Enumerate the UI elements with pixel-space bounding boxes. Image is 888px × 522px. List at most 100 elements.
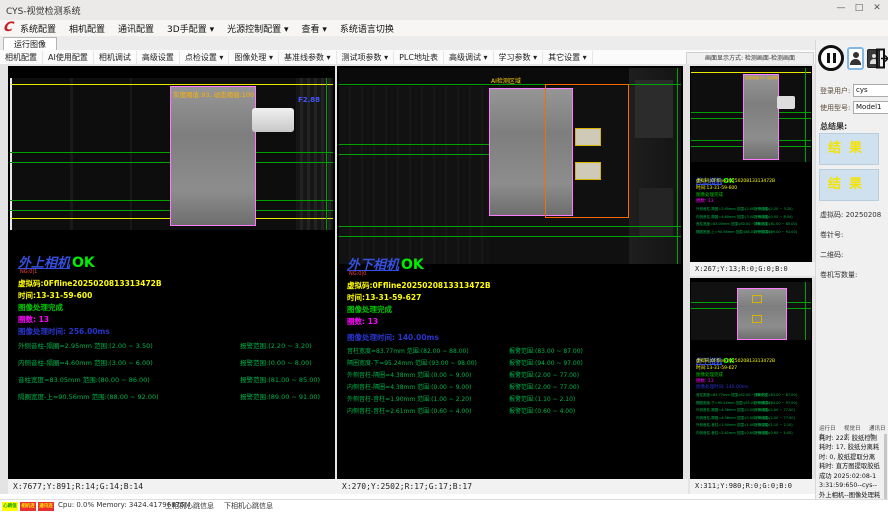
pause-button[interactable] xyxy=(818,45,844,71)
overlay-hline-green xyxy=(339,154,489,155)
menu-item[interactable]: 相机配置 xyxy=(69,22,105,35)
minimize-button[interactable]: — xyxy=(834,3,848,13)
barcode-line: 虚拟码:0Ffline2025020813313472B xyxy=(696,178,775,184)
process-done-line: 图像处理完成 xyxy=(18,302,63,313)
maximize-button[interactable]: □ xyxy=(852,3,866,13)
measurement-list: 外侧音柱-隔圈=2.95mm 范围:(2.00 ~ 3.50)报警范围:(2.2… xyxy=(18,340,331,408)
measurement-row: 内侧音柱-音柱=2.61mm 范围:(0.60 ~ 4.00)报警范围:(0.6… xyxy=(696,431,810,439)
menu-item[interactable]: 光源控制配置 ▾ xyxy=(227,22,288,35)
tab-run-image[interactable]: 运行图像 xyxy=(3,37,57,51)
user-icon xyxy=(853,52,859,58)
toolbar-item[interactable]: 图像处理 ▾ xyxy=(229,51,279,64)
camera-bottom-image[interactable]: AI检测区域 xyxy=(339,68,681,264)
overlay-hline-yellow xyxy=(691,72,811,73)
measurement-row: 音柱宽度=83.05mm 范围:(80.00 ~ 86.00)报警范围:(81.… xyxy=(696,222,810,230)
app-logo-icon: C xyxy=(2,20,15,35)
toolbar-item[interactable]: PLC地址表 xyxy=(394,51,444,64)
process-time-line: 图像处理时间: 256.00ms xyxy=(18,326,110,337)
ng-counter: NG:0|1 xyxy=(20,269,37,275)
comm-status-badge: 通讯连接 xyxy=(38,502,54,511)
measurement-row: 外侧音柱-隔圈=2.95mm 范围:(2.00 ~ 3.50)报警范围:(2.2… xyxy=(696,207,810,215)
door-exit-icon xyxy=(876,48,888,69)
mini-camera-top-image[interactable]: 灰度阈值:93, 动态阈值:100 xyxy=(691,68,811,162)
overlay-vline-green xyxy=(805,282,806,340)
exit-button[interactable] xyxy=(876,48,888,69)
heartbeat-status-badge: 心跳信息 xyxy=(2,502,18,511)
overlay-hline-green xyxy=(339,236,681,237)
camera-up-heartbeat-text: 上相机心跳信息 xyxy=(165,501,214,511)
overlay-hline-green xyxy=(339,226,681,227)
pixel-coordinate-readout-mini-top: X:267;Y:13;R:0;G:0;B:0 xyxy=(690,262,817,276)
cell-block-roi: 灰度阈值:93, 动态阈值:100 xyxy=(170,86,256,226)
title-bar: CYS-视觉检测系统 — □ ✕ xyxy=(0,0,888,21)
time-line: 时间:13-31-59-600 xyxy=(696,185,737,191)
threshold-overlay-text: 灰度阈值:93, 动态阈值:100 xyxy=(745,76,779,81)
total-result-label: 总结果: xyxy=(820,121,847,132)
measurement-row: 音柱宽度=83.77mm 范围:(82.00 ~ 88.00)报警范围:(83.… xyxy=(347,346,679,358)
window-title: CYS-视觉检测系统 xyxy=(6,4,81,17)
measurement-row: 外侧音柱-隔圈=2.95mm 范围:(2.00 ~ 3.50)报警范围:(2.2… xyxy=(18,340,331,357)
app-window: CYS-视觉检测系统 — □ ✕ C 系统配置相机配置通讯配置3D手配置 ▾光源… xyxy=(0,0,888,522)
menu-item[interactable]: 通讯配置 xyxy=(118,22,154,35)
threshold-overlay-text: 灰度阈值:93, 动态阈值:100 xyxy=(173,89,254,99)
machine-streak xyxy=(70,78,73,230)
tape-applicator-blob xyxy=(777,96,795,109)
user-icon xyxy=(872,54,876,58)
measurement-list: 外侧音柱-隔圈=2.95mm 范围:(2.00 ~ 3.50)报警范围:(2.2… xyxy=(696,207,810,237)
toolbar-item[interactable]: 高级设置 xyxy=(137,51,180,64)
process-done-line: 图像处理完成 xyxy=(347,304,392,315)
overlay-hline-green xyxy=(339,144,489,145)
result-ok-badge: OK xyxy=(72,255,95,271)
toolbar-item[interactable]: 学习参数 ▾ xyxy=(494,51,544,64)
log-scrollbar[interactable] xyxy=(884,434,887,500)
measurement-row: 外侧音柱-隔圈=4.38mm 范围:(0.00 ~ 9.00)报警范围:(2.0… xyxy=(696,408,810,416)
toolbar-item[interactable]: 测试项参数 ▾ xyxy=(337,51,395,64)
toolbar-item[interactable]: 高级调试 ▾ xyxy=(444,51,494,64)
measurement-row: 外侧音柱-隔圈=4.38mm 范围:(0.00 ~ 9.00)报警范围:(2.0… xyxy=(347,370,679,382)
tab-row: 运行图像 xyxy=(0,36,888,51)
measurement-row: 隔圈宽度-上=90.56mm 范围:(88.00 ~ 92.00)报警范围:(8… xyxy=(696,230,810,238)
toolbar-item[interactable]: AI使用配置 xyxy=(43,51,94,64)
cell-block-roi xyxy=(737,288,787,340)
menu-item[interactable]: 系统语言切换 xyxy=(340,22,394,35)
needle-number-label: 卷针号: xyxy=(820,230,843,240)
barcode-line: 虚拟码:0Ffline2025020813313472B xyxy=(18,278,162,289)
machine-streak xyxy=(130,78,132,230)
operator-button-active[interactable] xyxy=(847,47,864,70)
machine-band xyxy=(339,68,489,264)
tape-detection-box xyxy=(752,315,762,323)
menu-items: 系统配置相机配置通讯配置 3D手配置 ▾ 光源控制配置 ▾ 查看 ▾ 系统语言切换 xyxy=(20,20,394,36)
close-button[interactable]: ✕ xyxy=(870,3,884,13)
log-text: 耗时: 222, 胶纸检测耗时: 17, 胶纸分离耗时: 0, 胶纸提取分离耗时… xyxy=(819,434,881,504)
mini-camera-bottom-image[interactable] xyxy=(691,282,811,340)
toolbar-item[interactable]: 其它设置 ▾ xyxy=(543,51,593,64)
model-input[interactable]: Model1 xyxy=(853,101,888,114)
camera-top-image[interactable]: 灰度阈值:93, 动态阈值:100 F2.88 xyxy=(10,78,333,230)
result-ok-badge: OK xyxy=(401,257,424,273)
measurement-row: 隔圈宽度-上=90.56mm 范围:(88.00 ~ 92.00)报警范围:(8… xyxy=(18,391,331,408)
status-bar: 心跳信息 相机连接 通讯连接 Cpu: 0.0% Memory: 3424.41… xyxy=(0,499,888,513)
menu-item[interactable]: 3D手配置 ▾ xyxy=(167,22,214,35)
mini-camera-bottom-panel: 外下相机OK 虚拟码:0Ffline2025020813313472B 时间:1… xyxy=(690,278,812,479)
process-time-line: 图像处理时间: 140.00ms xyxy=(696,384,748,390)
menu-item[interactable]: 查看 ▾ xyxy=(301,22,326,35)
control-panel: 登录用户: cys 使用型号: Model1 总结果: 结果 结果 虚拟码: 2… xyxy=(815,40,888,512)
toolbar-item[interactable]: 相机配置 xyxy=(0,51,43,64)
model-label: 使用型号: xyxy=(820,103,850,113)
turns-line: 圈数: 13 xyxy=(18,314,49,325)
pixel-coordinate-readout-bottom: X:270;Y:2502;R:17;G:17;B:17 xyxy=(337,479,688,494)
measurement-row: 外侧音柱-音柱=1.90mm 范围:(1.00 ~ 2.20)报警范围:(1.1… xyxy=(696,423,810,431)
process-time-line: 图像处理时间: 140.00ms xyxy=(347,332,439,343)
pixel-coordinate-readout-mini-bottom: X:311;Y:980;R:0;G:0;B:0 xyxy=(690,479,817,494)
pixel-coordinate-readout-top: X:7677;Y:891;R:14;G:14;B:14 xyxy=(8,479,340,494)
toolbar-item[interactable]: 点检设置 ▾ xyxy=(180,51,230,64)
ng-counter: NG:0|0 xyxy=(349,271,366,277)
toolbar-item[interactable]: 相机调试 xyxy=(94,51,137,64)
ai-detect-rect xyxy=(545,84,629,218)
tape-detection-box xyxy=(752,295,762,303)
measurement-row: 内侧音柱-隔圈=4.60mm 范围:(3.00 ~ 6.00)报警范围:(0.0… xyxy=(696,215,810,223)
measurement-row: 内侧音柱-隔圈=4.38mm 范围:(0.00 ~ 9.00)报警范围:(2.0… xyxy=(696,416,810,424)
toolbar-item[interactable]: 基准线参数 ▾ xyxy=(279,51,337,64)
login-user-input[interactable]: cys xyxy=(853,84,888,97)
menu-item[interactable]: 系统配置 xyxy=(20,22,56,35)
